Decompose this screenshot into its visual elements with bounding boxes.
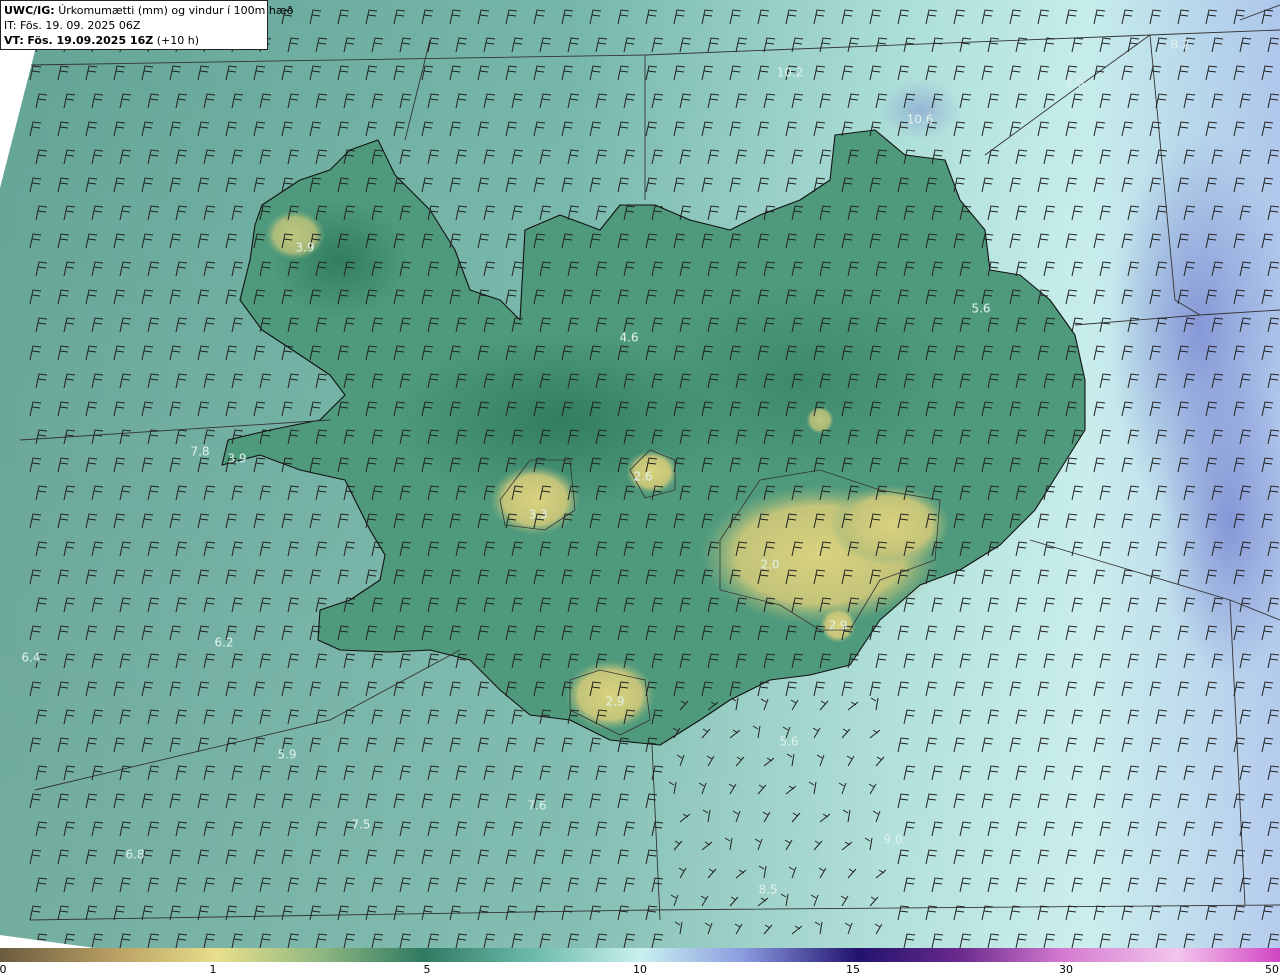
map-value-label: 4.6 xyxy=(619,331,638,345)
colorbar-tick: 1 xyxy=(209,963,217,976)
map-value-label: 2.9 xyxy=(828,619,847,633)
map-value-label: 5.6 xyxy=(779,735,798,749)
map-value-label: 9.0 xyxy=(883,833,902,847)
colorbar: 0 1 5 10 15 30 50 xyxy=(0,948,1280,978)
colorbar-tick: 50 xyxy=(1265,963,1279,976)
valid-prefix: VT: xyxy=(4,34,24,47)
map-value-label: 2.0 xyxy=(760,558,779,572)
colorbar-tick: 5 xyxy=(423,963,431,976)
map-value-label: 5.6 xyxy=(971,302,990,316)
colorbar-tick: 15 xyxy=(846,963,860,976)
colorbar-tick: 10 xyxy=(633,963,647,976)
map-value-label: 7.8 xyxy=(190,445,209,459)
init-time: IT: Fös. 19. 09. 2025 06Z xyxy=(4,19,141,32)
valid-time: Fös. 19.09.2025 16Z xyxy=(27,34,154,47)
map-info-box: UWC/IG: Úrkomumætti (mm) og vindur í 100… xyxy=(0,0,293,50)
map-value-label: 2.9 xyxy=(605,695,624,709)
map-value-label: 7.5 xyxy=(351,818,370,832)
map-value-label: 8.2 xyxy=(1170,38,1189,52)
colorbar-strip xyxy=(0,948,1280,962)
map-value-label: 10.2 xyxy=(777,66,804,80)
map-value-label: 8.5 xyxy=(1065,76,1084,90)
map-value-label: 8.5 xyxy=(758,883,777,897)
valid-offset: (+10 h) xyxy=(156,34,199,47)
map-value-label: 3.9 xyxy=(227,452,246,466)
model-label: UWC/IG: xyxy=(4,4,55,17)
colorbar-tick: 30 xyxy=(1059,963,1073,976)
map-value-label: 3.3 xyxy=(528,508,547,522)
map-title: Úrkomumætti (mm) og vindur í 100m hæð xyxy=(58,4,294,17)
weather-map: 3.9 4.6 5.6 3.9 7.8 3.3 2.6 2.0 2.9 2.9 6.4 6.2 5.9 5… xyxy=(0,0,1280,948)
map-value-label: 10.6 xyxy=(907,113,934,127)
colorbar-tick: 0 xyxy=(0,963,7,976)
map-value-label: 6.8 xyxy=(125,848,144,862)
map-value-label: 6.2 xyxy=(214,636,233,650)
map-value-label: 3.9 xyxy=(295,241,314,255)
map-value-label: 7.6 xyxy=(527,799,546,813)
map-value-label: 5.9 xyxy=(277,748,296,762)
map-value-label: 2.6 xyxy=(633,470,652,484)
map-value-label: 6.4 xyxy=(21,651,40,665)
